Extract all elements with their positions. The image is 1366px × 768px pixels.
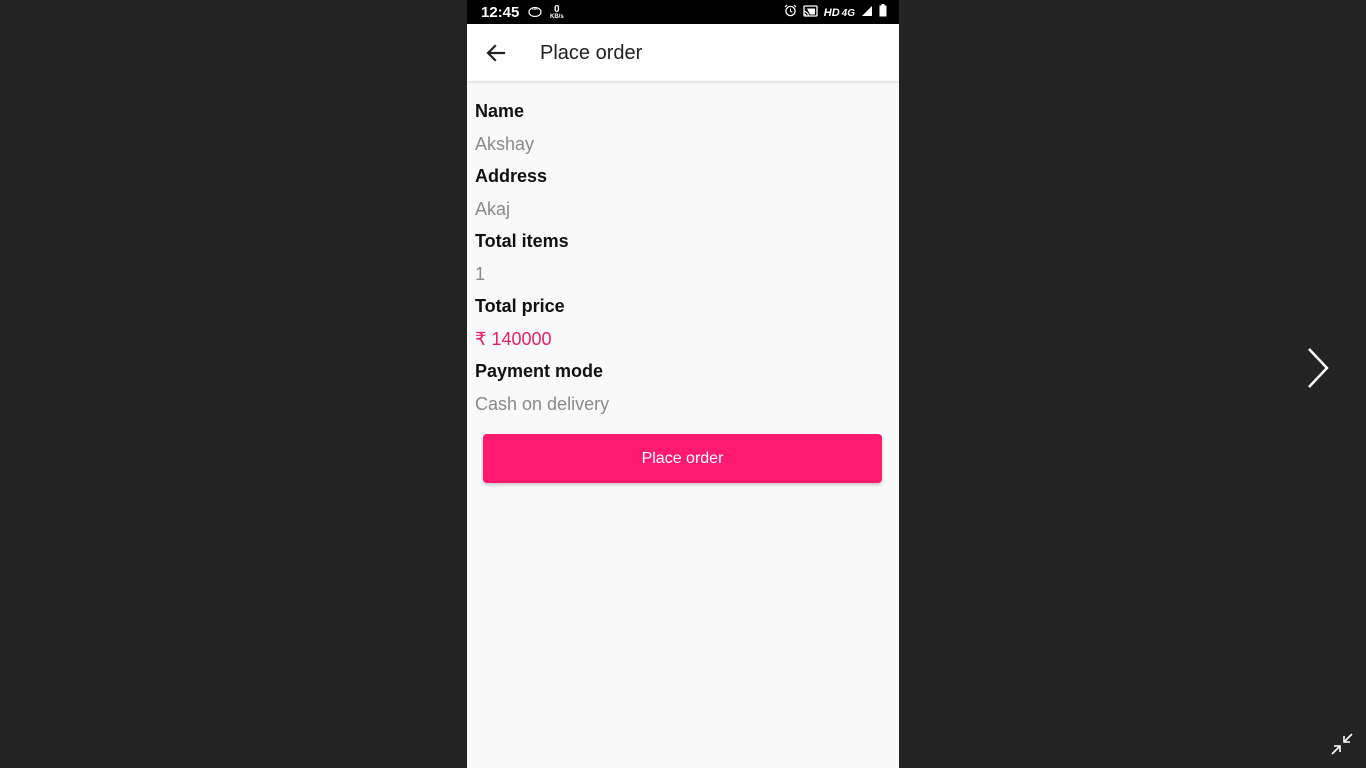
status-icons: HD 4G <box>784 4 887 22</box>
arrow-back-icon[interactable] <box>484 41 508 65</box>
network-hd-label: HD <box>823 7 840 19</box>
page-title: Place order <box>540 42 643 64</box>
app-bar: Place order <box>467 24 899 81</box>
alarm-icon <box>784 4 797 22</box>
order-details: Name Akshay Address Akaj Total items 1 T… <box>475 96 891 421</box>
cast-icon <box>803 4 818 22</box>
total-items-label: Total items <box>475 231 569 251</box>
svg-text:OK: OK <box>532 6 538 11</box>
battery-icon <box>879 4 887 22</box>
data-speed-value: 0 <box>554 4 560 15</box>
phone-screen: 12:45 OK 0 KB/s HD 4G Place order Name A… <box>467 0 899 768</box>
payment-mode-value: Cash on delivery <box>475 394 610 414</box>
total-price-label: Total price <box>475 296 565 316</box>
address-label: Address <box>475 166 548 186</box>
ok-app-icon: OK <box>528 5 542 17</box>
network-type-label: 4G <box>841 7 855 19</box>
payment-mode-label: Payment mode <box>475 361 604 381</box>
address-value: Akaj <box>475 199 511 219</box>
name-value: Akshay <box>475 134 535 154</box>
chevron-right-icon[interactable] <box>1302 346 1332 390</box>
place-order-button[interactable]: Place order <box>483 434 882 483</box>
name-label: Name <box>475 101 525 121</box>
status-bar: 12:45 OK 0 KB/s HD 4G <box>467 0 899 24</box>
total-price-value: ₹ 140000 <box>475 329 552 349</box>
status-time: 12:45 <box>481 4 520 21</box>
total-items-value: 1 <box>475 264 486 284</box>
exit-fullscreen-icon[interactable] <box>1330 732 1354 756</box>
signal-icon <box>861 4 873 22</box>
data-speed-unit: KB/s <box>550 14 564 20</box>
data-speed-indicator: 0 KB/s <box>550 4 564 21</box>
